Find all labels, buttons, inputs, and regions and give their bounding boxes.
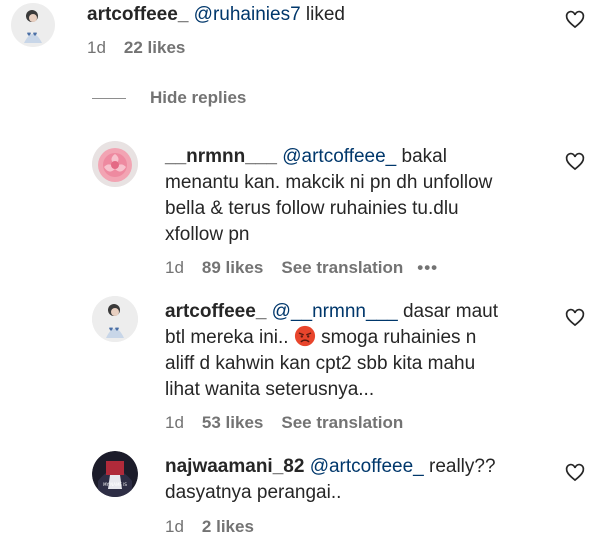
comment-body: lihat wanita seterusnya... [165,379,375,400]
avatar[interactable]: ♥ ♥ [92,296,138,342]
comment-body: smoga ruhainies n [321,327,477,348]
comment-username[interactable]: najwaamani_82 [165,456,304,477]
avatar[interactable]: ♥ ♥ [11,3,55,47]
comment-body: menantu kan. makcik ni pn dh unfollow [165,172,493,193]
heart-icon[interactable] [565,463,585,483]
comment-text: najwaamani_82 @artcoffeee_ really?? dasy… [165,454,555,506]
comment-body: really?? [429,456,496,477]
comment-body: btl mereka ini.. [165,327,289,348]
comment-body: bella & terus follow ruhainies tu.dlu [165,198,459,219]
comment-meta: 1d 89 likes See translation ••• [165,258,438,278]
comment-likes[interactable]: 2 likes [202,517,254,537]
comment-likes[interactable]: 89 likes [202,258,263,278]
heart-icon[interactable] [565,308,585,328]
heart-icon[interactable] [565,152,585,172]
comment-time: 1d [165,413,184,432]
see-translation-button[interactable]: See translation [281,258,403,278]
comment-body: liked [305,4,345,25]
comment-meta: 1d 2 likes [165,517,254,537]
svg-text:♥ ♥: ♥ ♥ [109,327,120,333]
comment-text: __nrmnn___ @artcoffeee_ bakal menantu ka… [165,144,555,248]
comment-mention[interactable]: @artcoffeee_ [310,456,424,477]
comment-time: 1d [165,517,184,536]
divider [92,97,126,99]
comment-meta: 1d 22 likes [87,38,185,58]
hide-replies-label: Hide replies [150,88,247,107]
avatar-badge-text: MY NAME IS [103,482,127,487]
comment-body: aliff d kahwin kan cpt2 sbb kita mahu [165,353,476,374]
comment-mention[interactable]: @__nrmnn___ [272,301,398,322]
svg-text:♥ ♥: ♥ ♥ [27,32,38,38]
hide-replies-button[interactable]: Hide replies [92,88,246,108]
comment-time: 1d [165,258,184,277]
avatar[interactable]: MY NAME IS [92,451,138,497]
angry-face-icon [294,325,315,347]
heart-icon[interactable] [565,10,585,30]
comment-body: xfollow pn [165,224,250,245]
see-translation-button[interactable]: See translation [281,413,403,433]
comment-likes[interactable]: 53 likes [202,413,263,433]
comment-username[interactable]: artcoffeee_ [87,4,188,25]
comment-body: dasyatnya perangai.. [165,482,342,503]
comment-body: bakal [401,146,447,167]
comment-username[interactable]: artcoffeee_ [165,301,266,322]
comment-body: dasar maut [402,301,498,322]
comment-text: artcoffeee_ @__nrmnn___ dasar maut btl m… [165,299,555,403]
comment-username[interactable]: __nrmnn___ [165,146,277,167]
comment-meta: 1d 53 likes See translation [165,413,403,433]
comment-mention[interactable]: @artcoffeee_ [282,146,396,167]
more-options-icon[interactable]: ••• [417,258,438,278]
comment-text: artcoffeee_ @ruhainies7 liked [87,2,345,28]
comment-likes[interactable]: 22 likes [124,38,185,58]
comment-time: 1d [87,38,106,57]
avatar[interactable] [92,141,138,187]
comment-mention[interactable]: @ruhainies7 [194,4,301,25]
